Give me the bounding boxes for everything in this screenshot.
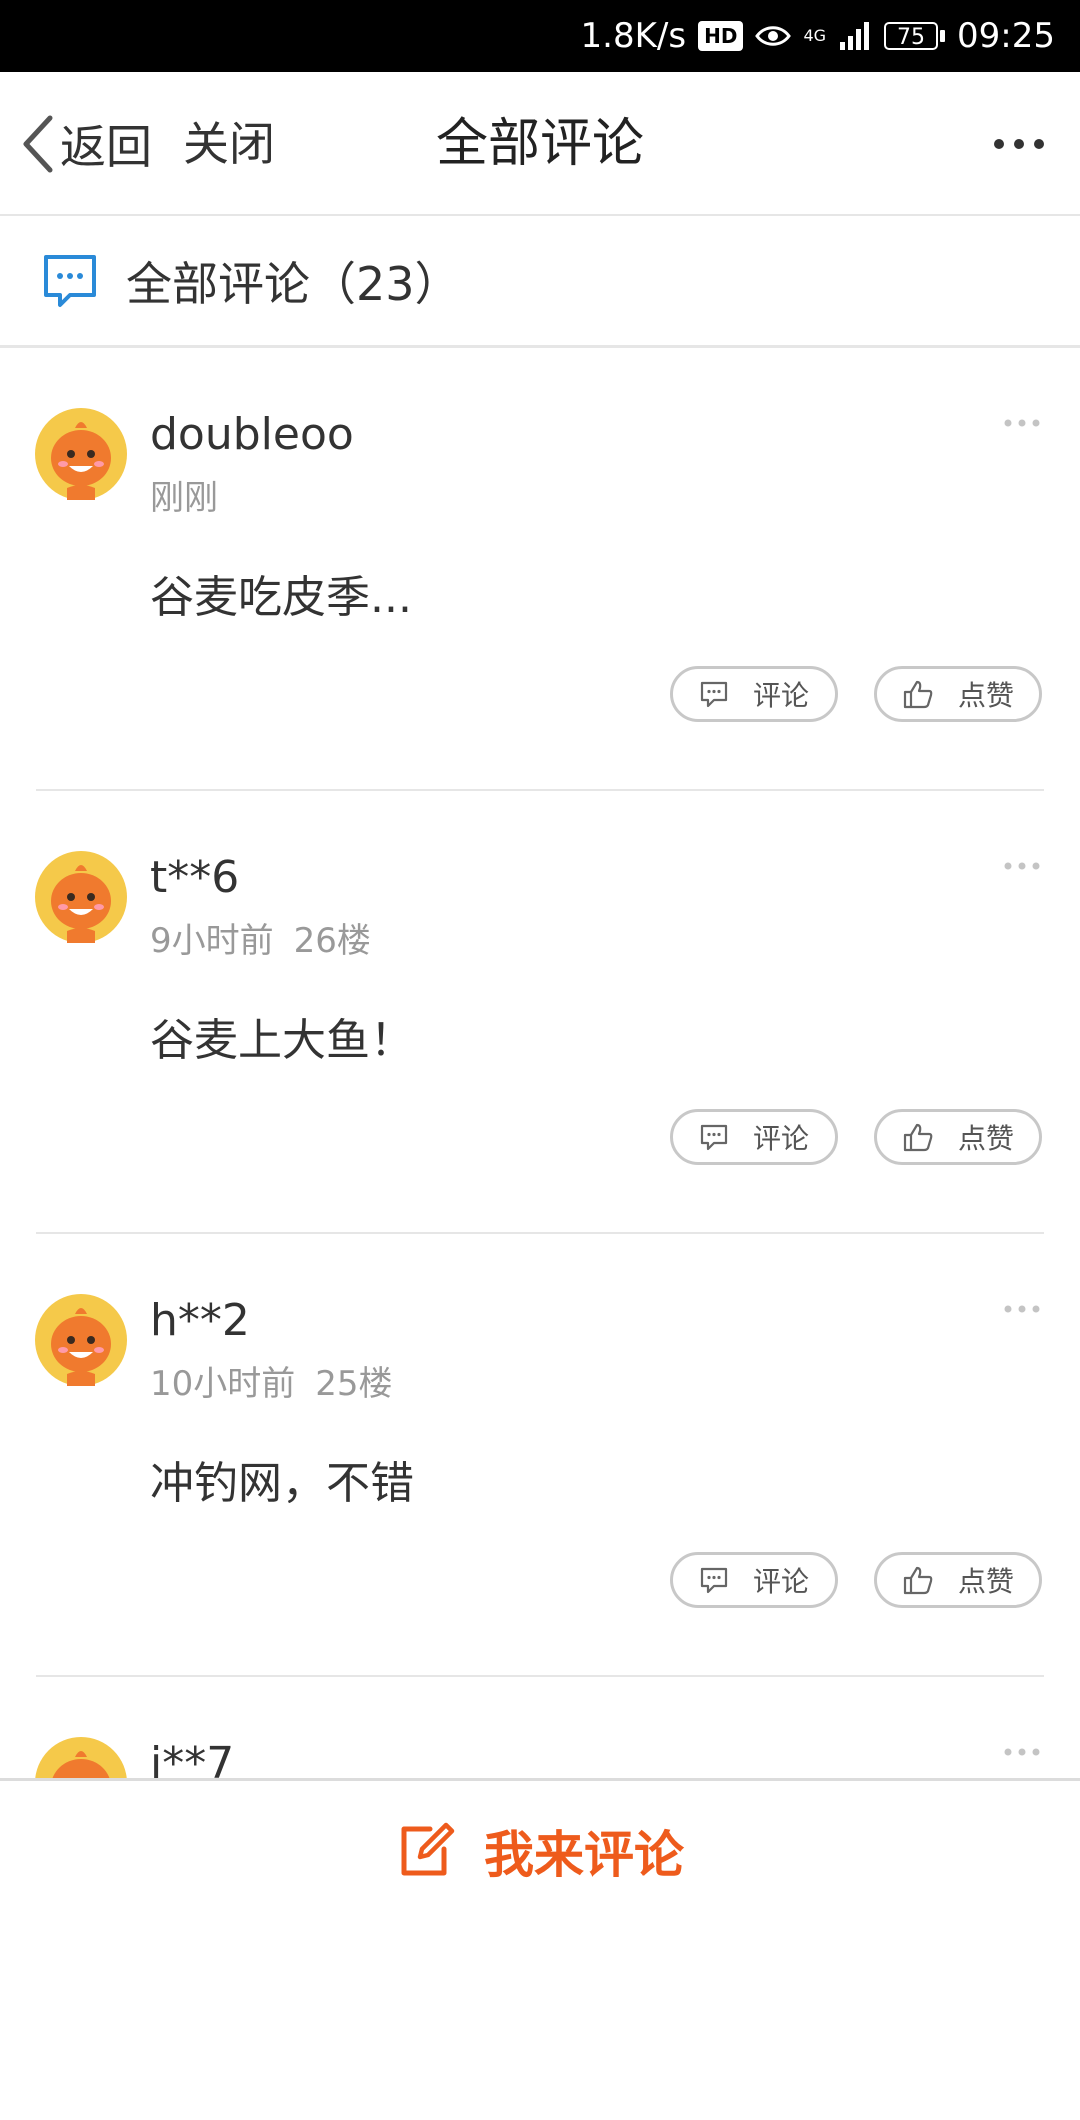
comment-floor: 26楼	[293, 921, 371, 961]
hd-badge: HD	[698, 21, 744, 51]
eye-icon	[755, 26, 792, 46]
comment-meta: 刚刚	[150, 476, 218, 520]
like-button[interactable]: 点赞	[874, 1552, 1042, 1608]
more-dots-icon	[1004, 419, 1040, 427]
comment-item: doubleoo 刚刚 谷麦吃皮季... 评论 点赞	[0, 348, 1080, 791]
avatar[interactable]	[35, 1294, 127, 1386]
status-bar: 1.8K/s HD 4G 75 09:25	[0, 0, 1080, 72]
comment-bubble-icon	[700, 1124, 728, 1151]
comment-time: 9小时前	[150, 921, 274, 961]
battery-indicator: 75	[884, 22, 946, 50]
page-title: 全部评论	[435, 114, 644, 174]
comment-floor: 25楼	[315, 1364, 393, 1404]
reply-label: 评论	[752, 1565, 809, 1598]
more-menu-button[interactable]	[984, 112, 1054, 176]
comment-more-button[interactable]	[1002, 1294, 1042, 1324]
like-button[interactable]: 点赞	[874, 1109, 1042, 1165]
comment-actions: 评论 点赞	[670, 1109, 1042, 1165]
comment-content: 冲钓网，不错	[150, 1458, 414, 1509]
network-type: 4G	[803, 26, 827, 45]
comment-content: 谷麦吃皮季...	[150, 572, 412, 623]
like-label: 点赞	[957, 1565, 1014, 1598]
signal-icon	[840, 22, 870, 50]
like-label: 点赞	[957, 1122, 1014, 1155]
comment-username[interactable]: t**6	[150, 851, 239, 905]
more-dots-icon	[1004, 1305, 1040, 1313]
section-title: 全部评论（23）	[126, 256, 461, 311]
avatar[interactable]	[35, 408, 127, 500]
comment-item: t**6 9小时前 26楼 谷麦上大鱼！ 评论 点赞	[0, 791, 1080, 1234]
reply-button[interactable]: 评论	[670, 1552, 838, 1608]
comments-section-header: 全部评论（23）	[0, 216, 1080, 348]
comment-more-button[interactable]	[1002, 1737, 1042, 1767]
reply-button[interactable]: 评论	[670, 666, 838, 722]
avatar[interactable]	[35, 851, 127, 943]
comment-content: 谷麦上大鱼！	[150, 1015, 414, 1066]
write-comment-button[interactable]: 我来评论	[0, 1778, 1080, 1920]
battery-tip	[940, 30, 946, 42]
comment-bubble-icon	[700, 1567, 728, 1594]
more-dots-icon	[1004, 862, 1040, 870]
comment-more-button[interactable]	[1002, 851, 1042, 881]
thumbs-up-icon	[903, 680, 933, 709]
comment-username[interactable]: h**2	[150, 1294, 250, 1348]
like-label: 点赞	[957, 679, 1014, 712]
more-dots-icon	[994, 139, 1044, 149]
comment-item: h**2 10小时前 25楼 冲钓网，不错 评论 点赞	[0, 1234, 1080, 1677]
net-speed: 1.8K/s	[580, 16, 687, 56]
comment-more-button[interactable]	[1002, 408, 1042, 438]
clock: 09:25	[957, 16, 1055, 56]
reply-button[interactable]: 评论	[670, 1109, 838, 1165]
like-button[interactable]: 点赞	[874, 666, 1042, 722]
comment-actions: 评论 点赞	[670, 1552, 1042, 1608]
thumbs-up-icon	[903, 1566, 933, 1595]
more-dots-icon	[1004, 1748, 1040, 1756]
comment-meta: 10小时前 25楼	[150, 1362, 393, 1406]
comment-time: 10小时前	[150, 1364, 296, 1404]
edit-note-icon	[401, 1822, 455, 1875]
reply-label: 评论	[752, 1122, 809, 1155]
battery-level: 75	[884, 22, 939, 50]
comment-bubble-icon	[700, 681, 728, 708]
comment-meta: 9小时前 26楼	[150, 919, 371, 963]
comment-actions: 评论 点赞	[670, 666, 1042, 722]
chat-bubble-icon	[44, 254, 96, 307]
comment-time: 刚刚	[150, 478, 218, 518]
thumbs-up-icon	[903, 1123, 933, 1152]
write-comment-label: 我来评论	[484, 1825, 684, 1884]
comment-username[interactable]: doubleoo	[150, 408, 354, 462]
nav-bar: 返回 关闭 全部评论	[0, 72, 1080, 216]
reply-label: 评论	[752, 679, 809, 712]
